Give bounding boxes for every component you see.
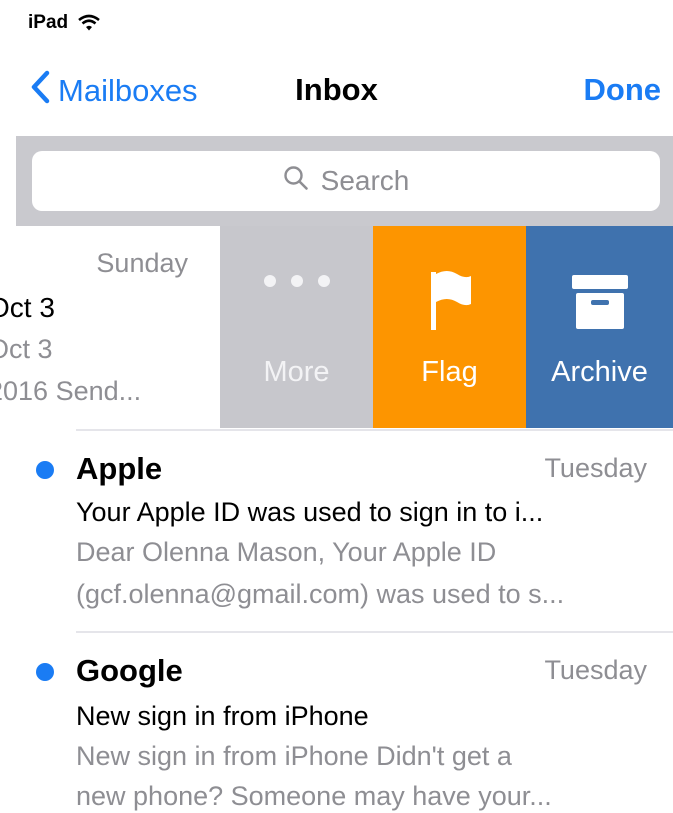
done-button[interactable]: Done <box>584 72 662 108</box>
message-subject: Your Apple ID was used to sign in to i..… <box>76 497 544 527</box>
message-date: Tuesday <box>544 655 647 685</box>
status-bar: iPad <box>0 0 673 46</box>
search-placeholder: Search <box>320 165 410 196</box>
back-to-mailboxes-button[interactable]: Mailboxes <box>30 70 198 112</box>
message-subject: Oct 3 <box>0 334 53 364</box>
device-name: iPad <box>28 12 69 33</box>
navigation-bar: Mailboxes Inbox Done <box>0 46 673 134</box>
message-sender: Oct 3 <box>0 292 55 323</box>
swiped-message-row: Sunday Oct 3 Oct 3 2016 Send... More Fla… <box>0 226 673 428</box>
ellipsis-icon <box>220 274 373 288</box>
archive-box-icon <box>526 274 673 330</box>
back-button-label: Mailboxes <box>58 73 198 108</box>
archive-action-label: Archive <box>551 356 648 388</box>
search-area: Search <box>16 136 673 226</box>
message-subject: New sign in from iPhone <box>76 701 369 731</box>
unread-indicator <box>36 663 54 681</box>
message-sender: Google <box>76 653 183 688</box>
message-date: Sunday <box>96 248 188 278</box>
archive-action-button[interactable]: Archive <box>526 226 673 428</box>
message-row-apple[interactable]: Apple Tuesday Your Apple ID was used to … <box>0 431 673 631</box>
flag-icon <box>373 270 526 332</box>
wifi-icon <box>78 14 100 32</box>
message-row-google[interactable]: Google Tuesday New sign in from iPhone N… <box>0 633 673 813</box>
swiped-message-content[interactable]: Sunday Oct 3 Oct 3 2016 Send... <box>0 226 220 428</box>
message-date: Tuesday <box>544 453 647 483</box>
flag-action-label: Flag <box>421 356 478 388</box>
more-action-label: More <box>263 356 330 388</box>
chevron-left-icon <box>30 70 58 112</box>
message-preview-line-2: new phone? Someone may have your... <box>76 781 552 811</box>
unread-indicator <box>36 461 54 479</box>
message-preview-line-2: (gcf.olenna@gmail.com) was used to s... <box>76 579 565 609</box>
message-preview: 2016 Send... <box>0 376 142 406</box>
message-preview-line-1: Dear Olenna Mason, Your Apple ID <box>76 537 497 567</box>
message-sender: Apple <box>76 451 163 486</box>
search-input[interactable]: Search <box>32 151 660 211</box>
more-action-button[interactable]: More <box>220 226 373 428</box>
message-preview-line-1: New sign in from iPhone Didn't get a <box>76 741 512 771</box>
search-icon <box>283 165 321 198</box>
flag-action-button[interactable]: Flag <box>373 226 526 428</box>
